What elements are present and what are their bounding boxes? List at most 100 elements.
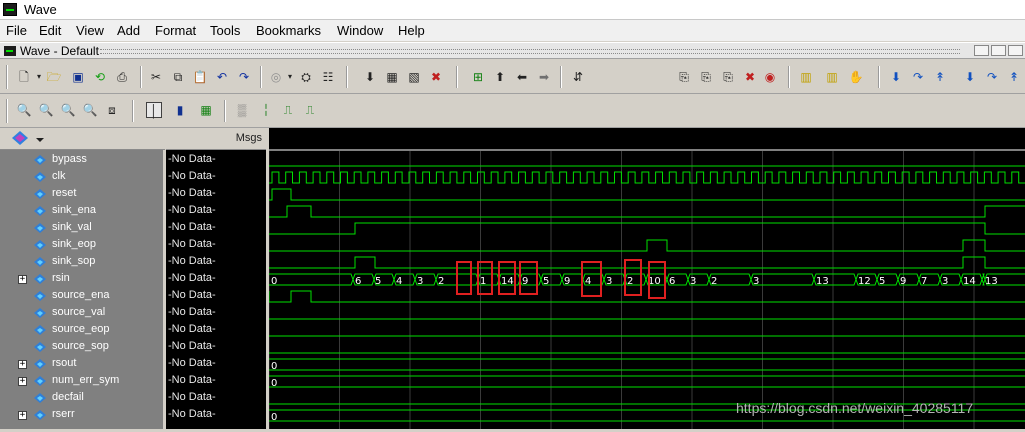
performance-icon[interactable]: ▥ — [798, 69, 814, 85]
signal-row-sink_sop[interactable]: sink_sop — [0, 254, 163, 271]
panel-undock-button[interactable] — [974, 45, 989, 56]
signal-name-pane: bypass clk reset sink_ena sink_val sink_eop si… — [0, 128, 165, 429]
signal-row-decfail[interactable]: decfail — [0, 390, 163, 407]
signal-row-source_val[interactable]: source_val — [0, 305, 163, 322]
save-icon[interactable]: ▣ — [70, 69, 86, 85]
panel-title: Wave - Default — [20, 44, 99, 58]
wave-list-menu-icon[interactable] — [10, 129, 50, 149]
menu-tools[interactable]: Tools — [210, 23, 240, 38]
signal-value-pane: Msgs -No Data- -No Data- -No Data- -No Data… — [166, 128, 269, 429]
signal-row-num_err_sym[interactable]: + num_err_sym — [0, 373, 163, 390]
copy-icon[interactable]: ⧉ — [170, 69, 186, 85]
menu-help[interactable]: Help — [398, 23, 425, 38]
toolbar-separator — [560, 66, 562, 88]
signal-name: num_err_sym — [52, 374, 120, 386]
step-out-2-icon[interactable]: ↟ — [1006, 69, 1022, 85]
signal-row-reset[interactable]: reset — [0, 186, 163, 203]
redo-icon[interactable]: ↷ — [236, 69, 252, 85]
up-arrow-icon[interactable]: ⬆ — [492, 69, 508, 85]
menu-edit[interactable]: Edit — [39, 23, 61, 38]
signal-row-source_eop[interactable]: source_eop — [0, 322, 163, 339]
delete-cursor-icon[interactable]: ▦ — [198, 102, 214, 118]
signal-row-rserr[interactable]: + rserr — [0, 407, 163, 424]
toolbar-row-2: 🔍 🔍 🔍 🔍 ⧈ │ ▮ ▦ ▒ ╎ ⎍ ⎍ — [0, 94, 1025, 128]
bus-rsin-bottom — [269, 278, 1025, 286]
signal-row-rsout[interactable]: + rsout — [0, 356, 163, 373]
wave-clk — [269, 171, 1025, 184]
run-length-icon[interactable]: ⇵ — [570, 69, 586, 85]
right-arrow-icon[interactable]: ➡ — [536, 69, 552, 85]
highlight-box — [456, 261, 472, 295]
signal-row-source_sop[interactable]: source_sop — [0, 339, 163, 356]
reload-icon[interactable]: ⟲ — [92, 69, 108, 85]
step-into-icon[interactable]: ⬇ — [962, 69, 978, 85]
expand-rsin-icon[interactable]: + — [18, 275, 27, 284]
signal-row-sink_val[interactable]: sink_val — [0, 220, 163, 237]
zoom-last-icon[interactable]: ⧈ — [104, 102, 120, 118]
step-icon[interactable]: ⬇ — [888, 69, 904, 85]
signal-row-source_ena[interactable]: source_ena — [0, 288, 163, 305]
undo-icon[interactable]: ↶ — [214, 69, 230, 85]
signal-row-bypass[interactable]: bypass — [0, 152, 163, 169]
step-over-2-icon[interactable]: ↷ — [984, 69, 1000, 85]
insert-wave-icon[interactable]: ⬇ — [362, 69, 378, 85]
paste-icon[interactable]: 📋 — [192, 69, 208, 85]
edge-next-icon[interactable]: ⎍ — [280, 102, 296, 118]
edit-wave-icon[interactable]: ▦ — [384, 69, 400, 85]
add-cursor-icon[interactable]: ▮ — [172, 102, 188, 118]
menu-bookmarks[interactable]: Bookmarks — [256, 23, 321, 38]
find-list-icon[interactable]: ☷ — [320, 69, 336, 85]
new-file-icon[interactable]: 🗋 — [16, 69, 32, 85]
menu-format[interactable]: Format — [155, 23, 196, 38]
menu-view[interactable]: View — [76, 23, 104, 38]
signal-row-rsin[interactable]: + rsin — [0, 271, 163, 288]
left-arrow-icon[interactable]: ⬅ — [514, 69, 530, 85]
run-dropdown-icon[interactable]: ▾ — [282, 69, 298, 85]
continue-icon[interactable]: ⎘ — [698, 69, 714, 85]
cursor-mode-icon[interactable]: │ — [146, 102, 162, 118]
step-out-icon[interactable]: ↟ — [932, 69, 948, 85]
new-dropdown-icon[interactable]: ▾ — [31, 69, 47, 85]
run-icon[interactable]: ⎘ — [676, 69, 692, 85]
menu-file[interactable]: File — [6, 23, 27, 38]
break-icon[interactable]: ✖ — [742, 69, 758, 85]
signal-row-sink_eop[interactable]: sink_eop — [0, 237, 163, 254]
signal-row-sink_ena[interactable]: sink_ena — [0, 203, 163, 220]
expand-rsout-icon[interactable]: + — [18, 360, 27, 369]
signal-diamond-icon — [34, 172, 46, 182]
select-wave-icon[interactable]: ▧ — [406, 69, 422, 85]
expand-rserr-icon[interactable]: + — [18, 411, 27, 420]
step-over-icon[interactable]: ↷ — [910, 69, 926, 85]
rsin-value-label: 4 — [396, 276, 402, 287]
menu-add[interactable]: Add — [117, 23, 140, 38]
signal-value: -No Data- — [168, 272, 216, 284]
zoom-full-icon[interactable]: 🔍 — [60, 102, 76, 118]
waveform-pane[interactable]: 0 6 5 4 3 2 1 14 9 5 9 4 3 2 10 6 3 2 3 13 12 5 9 7 3 14 13 0 0 0 — [268, 128, 1025, 429]
open-folder-icon[interactable]: 🗁 — [46, 69, 62, 85]
signal-name: source_sop — [52, 340, 109, 352]
hand-icon[interactable]: ✋ — [848, 69, 864, 85]
panel-maximize-button[interactable] — [991, 45, 1006, 56]
expand-num_err_sym-icon[interactable]: + — [18, 377, 27, 386]
print-icon[interactable]: ⎙ — [114, 69, 130, 85]
menu-window[interactable]: Window — [337, 23, 383, 38]
run-all-icon[interactable]: ⎘ — [720, 69, 736, 85]
zoom-in-icon[interactable]: 🔍 — [16, 102, 32, 118]
delete-wave-icon[interactable]: ✖ — [428, 69, 444, 85]
signal-row-clk[interactable]: clk — [0, 169, 163, 186]
memory-icon[interactable]: ▥ — [824, 69, 840, 85]
panel-close-button[interactable] — [1008, 45, 1023, 56]
waveform-canvas[interactable]: 0 6 5 4 3 2 1 14 9 5 9 4 3 2 10 6 3 2 3 13 12 5 9 7 3 14 13000 — [268, 128, 1025, 429]
stop-icon[interactable]: ◉ — [762, 69, 778, 85]
find-binoculars-icon[interactable]: ⛭ — [298, 69, 314, 85]
edge-falling-icon[interactable]: ⎍ — [302, 102, 318, 118]
edge-prev-icon[interactable]: ╎ — [258, 102, 274, 118]
panel-grip[interactable] — [100, 49, 960, 54]
zoom-box-icon[interactable]: ⊞ — [470, 69, 486, 85]
wave-sink-sop — [269, 256, 1025, 269]
zoom-cursor-icon[interactable]: 🔍 — [82, 102, 98, 118]
signal-name: decfail — [52, 391, 84, 403]
cut-icon[interactable]: ✂ — [148, 69, 164, 85]
expand-time-icon[interactable]: ▒ — [234, 102, 250, 118]
zoom-out-icon[interactable]: 🔍 — [38, 102, 54, 118]
